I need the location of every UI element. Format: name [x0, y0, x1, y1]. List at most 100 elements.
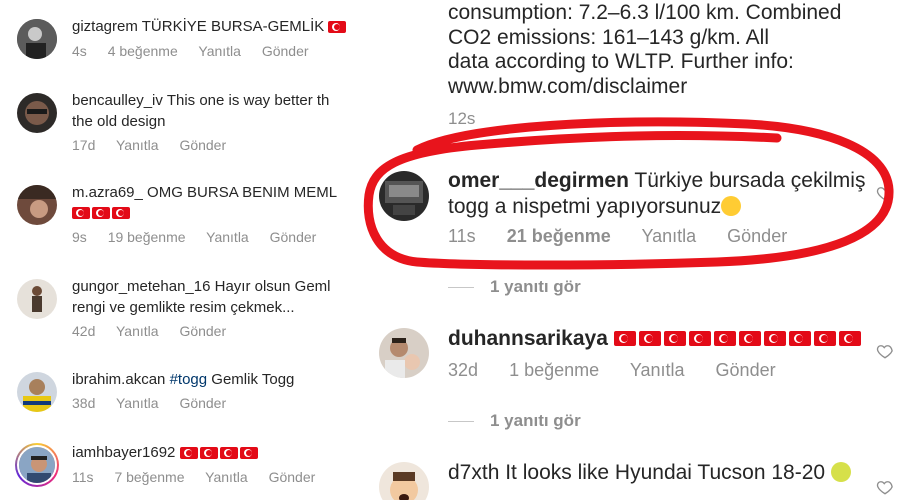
- comment-time: 38d: [72, 395, 96, 411]
- avatar-story-ring[interactable]: [15, 443, 59, 487]
- avatar[interactable]: [17, 19, 57, 59]
- send-button[interactable]: Gönder: [179, 395, 226, 411]
- turkey-flag-icon: [738, 331, 761, 347]
- heart-icon[interactable]: [876, 184, 894, 202]
- avatar[interactable]: [379, 462, 429, 500]
- comment-likes[interactable]: 21 beğenme: [507, 226, 611, 246]
- caption-line: CO2 emissions: 161–143 g/km. All: [448, 25, 769, 49]
- avatar[interactable]: [17, 372, 57, 412]
- send-button[interactable]: Gönder: [269, 469, 316, 485]
- view-replies-button[interactable]: 1 yanıtı gör: [448, 411, 581, 431]
- heart-icon[interactable]: [876, 342, 894, 360]
- reply-button[interactable]: Yanıtla: [205, 469, 248, 485]
- flag-emoji-group: [72, 203, 357, 224]
- send-button[interactable]: Gönder: [262, 43, 309, 59]
- comment-likes[interactable]: 4 beğenme: [108, 43, 178, 59]
- comment-body: It looks like Hyundai Tucson 18-20: [505, 461, 826, 484]
- comment-body-line2: the old design: [72, 113, 166, 130]
- comment-username[interactable]: giztagrem: [72, 18, 138, 35]
- avatar-image: [379, 171, 429, 221]
- comment-meta: 32d 1 beğenme Yanıtla Gönder: [448, 360, 870, 381]
- comment-meta: 9s 19 beğenme Yanıtla Gönder: [72, 229, 357, 245]
- avatar-image: [17, 185, 57, 225]
- replies-divider: [448, 287, 474, 289]
- comment-time: 11s: [72, 468, 94, 485]
- disclaimer-link[interactable]: www.bmw.com/disclaimer: [448, 75, 878, 100]
- hashtag-link[interactable]: #togg: [170, 371, 208, 388]
- avatar-image: [17, 279, 57, 319]
- reply-button[interactable]: Yanıtla: [641, 226, 696, 246]
- avatar[interactable]: [379, 171, 429, 221]
- comment-username[interactable]: d7xth: [448, 461, 499, 484]
- post-time: 12s: [448, 109, 476, 128]
- turkey-flag-icon: [838, 331, 861, 347]
- avatar[interactable]: [17, 93, 57, 133]
- comment-meta: 42d Yanıtla Gönder: [72, 323, 357, 339]
- comment-text: giztagrem TÜRKİYE BURSA-GEMLİK: [72, 16, 357, 38]
- comment-text: m.azra69_ OMG BURSA BENIM MEML: [72, 182, 357, 203]
- replies-divider: [448, 421, 474, 423]
- comment-text: gungor_metehan_16 Hayır olsun Geml: [72, 276, 357, 297]
- post-caption: consumption: 7.2–6.3 l/100 km. Combined …: [448, 1, 878, 99]
- turkey-flag-icon: [179, 446, 198, 459]
- turkey-flag-icon: [763, 331, 786, 347]
- avatar[interactable]: [17, 279, 57, 319]
- heart-icon[interactable]: [876, 478, 894, 496]
- turkey-flag-icon: [788, 331, 811, 347]
- comment-body: TÜRKİYE BURSA-GEMLİK: [141, 18, 325, 35]
- send-button[interactable]: Gönder: [179, 323, 226, 339]
- reply-button[interactable]: Yanıtla: [630, 360, 685, 380]
- comment-time: 17d: [72, 137, 96, 153]
- comment-time: 9s: [72, 229, 87, 245]
- avatar[interactable]: [379, 328, 429, 378]
- turkey-flag-icon: [613, 331, 636, 347]
- comment-username[interactable]: duhannsarikaya: [448, 327, 608, 350]
- comment-username[interactable]: m.azra69_: [72, 184, 143, 201]
- flag-emoji-group: [328, 17, 348, 38]
- comment-meta: 17d Yanıtla Gönder: [72, 137, 357, 153]
- reply-button[interactable]: Yanıtla: [116, 395, 159, 411]
- comment-username[interactable]: omer___degirmen: [448, 169, 629, 192]
- send-button[interactable]: Gönder: [179, 137, 226, 153]
- flag-emoji-group: [613, 326, 864, 352]
- turkey-flag-icon: [239, 446, 258, 459]
- comment-text: omer___degirmen Türkiye bursada çekilmiş: [448, 168, 870, 194]
- turkey-flag-icon: [638, 331, 661, 347]
- turkey-flag-icon: [713, 331, 736, 347]
- comment-meta: 4s 4 beğenme Yanıtla Gönder: [72, 43, 357, 59]
- comment-username[interactable]: iamhbayer1692: [72, 444, 175, 461]
- avatar-image: [17, 93, 57, 133]
- avatar-image: [17, 19, 57, 59]
- view-replies-button[interactable]: 1 yanıtı gör: [448, 277, 581, 297]
- comment-text: d7xth It looks like Hyundai Tucson 18-20: [448, 460, 870, 486]
- reply-button[interactable]: Yanıtla: [116, 137, 159, 153]
- send-button[interactable]: Gönder: [716, 360, 776, 380]
- reply-button[interactable]: Yanıtla: [206, 229, 249, 245]
- comment-time: 32d: [448, 360, 479, 381]
- reply-button[interactable]: Yanıtla: [116, 323, 159, 339]
- send-button[interactable]: Gönder: [270, 229, 317, 245]
- turkey-flag-icon: [72, 207, 90, 219]
- turkey-flag-icon: [688, 331, 711, 347]
- turkey-flag-icon: [328, 20, 347, 33]
- send-button[interactable]: Gönder: [727, 226, 787, 246]
- comment-meta: 11s 7 beğenme Yanıtla Gönder: [72, 469, 357, 485]
- comment-username[interactable]: bencaulley_iv: [72, 92, 163, 109]
- avatar-image: [379, 462, 429, 500]
- comment-meta: 38d Yanıtla Gönder: [72, 395, 357, 411]
- turkey-flag-icon: [219, 446, 238, 459]
- avatar-image: [17, 372, 57, 412]
- reply-button[interactable]: Yanıtla: [198, 43, 241, 59]
- comment-likes[interactable]: 7 beğenme: [114, 469, 184, 485]
- comment-username[interactable]: gungor_metehan_16: [72, 278, 210, 295]
- comment-likes[interactable]: 1 beğenme: [509, 360, 599, 380]
- right-comments-pane: consumption: 7.2–6.3 l/100 km. Combined …: [357, 0, 900, 500]
- avatar[interactable]: [17, 185, 57, 225]
- avatar-image: [379, 328, 429, 378]
- turkey-flag-icon: [813, 331, 836, 347]
- comment-body: Hayır olsun Geml: [214, 278, 331, 295]
- comment-likes[interactable]: 19 beğenme: [108, 229, 186, 245]
- comment-body-line2: rengi ve gemlikte resim çekmek...: [72, 299, 295, 316]
- comment-username[interactable]: ibrahim.akcan: [72, 371, 165, 388]
- comment-body: OMG BURSA BENIM MEML: [147, 184, 338, 201]
